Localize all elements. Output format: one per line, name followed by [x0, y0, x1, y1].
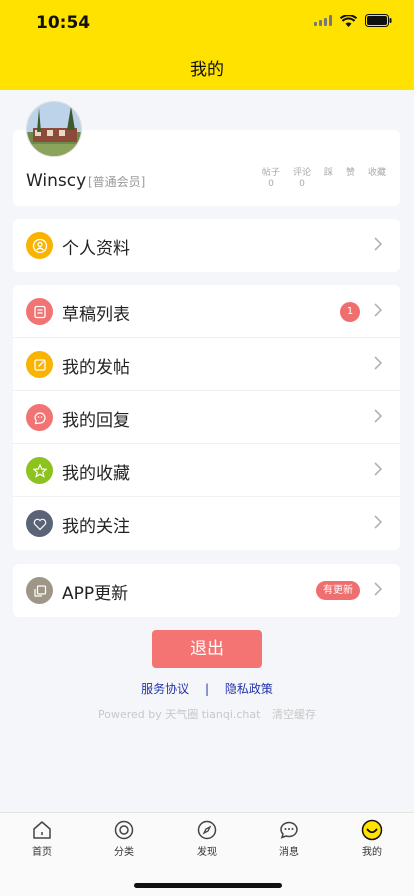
home-indicator: [134, 883, 282, 888]
menu-label: 个人资料: [62, 239, 130, 259]
signal-icon: [314, 15, 332, 26]
chevron-right-icon: [374, 409, 383, 423]
chevron-right-icon: [374, 237, 383, 251]
menu-label: 我的关注: [62, 517, 130, 537]
profile-stats: 帖子 0 评论 0 踩 赞 收藏: [262, 168, 386, 190]
menu-personal-info[interactable]: 个人资料: [13, 219, 400, 272]
app-update-card: APP更新 有更新: [13, 564, 400, 617]
person-icon: [26, 232, 53, 259]
draft-count-badge: 1: [340, 302, 360, 322]
draft-icon: [26, 298, 53, 325]
message-icon: [280, 821, 298, 839]
privacy-link[interactable]: 隐私政策: [225, 682, 273, 696]
link-separator: |: [204, 682, 210, 696]
tab-label: 分类: [114, 847, 134, 858]
menu-my-favorites[interactable]: 我的收藏: [13, 444, 400, 497]
wifi-icon: [340, 14, 357, 27]
tab-me[interactable]: 我的: [342, 819, 402, 858]
tab-label: 发现: [197, 847, 217, 858]
copy-icon: [26, 577, 53, 604]
chevron-right-icon: [374, 462, 383, 476]
tab-label: 我的: [362, 847, 382, 858]
update-badge: 有更新: [316, 581, 360, 600]
menu-my-replies[interactable]: 我的回复: [13, 391, 400, 444]
clear-cache-link[interactable]: 清空缓存: [272, 708, 316, 721]
stat-dislikes[interactable]: 踩: [324, 168, 333, 190]
category-icon: [114, 820, 134, 840]
chevron-right-icon: [374, 515, 383, 529]
chevron-right-icon: [374, 303, 383, 317]
chevron-right-icon: [374, 356, 383, 370]
menu-my-posts[interactable]: 我的发帖: [13, 338, 400, 391]
tab-messages[interactable]: 消息: [259, 819, 319, 858]
menu-app-update[interactable]: APP更新 有更新: [13, 564, 400, 617]
stat-favorites[interactable]: 收藏: [368, 168, 386, 190]
header-bar: 10:54 我的: [0, 0, 414, 90]
reply-icon: [26, 404, 53, 431]
status-icons: [314, 14, 392, 27]
username: Winscy: [26, 171, 87, 191]
menu-drafts[interactable]: 草稿列表 1: [13, 285, 400, 338]
tab-category[interactable]: 分类: [94, 819, 154, 858]
menu-label: 我的发帖: [62, 358, 130, 378]
powered-by-text[interactable]: Powered by 天气圈 tianqi.chat: [98, 708, 260, 721]
chevron-right-icon: [374, 582, 383, 596]
terms-link[interactable]: 服务协议: [141, 682, 189, 696]
stat-comments[interactable]: 评论 0: [293, 168, 311, 190]
status-time: 10:54: [36, 13, 91, 33]
personal-info-card: 个人资料: [13, 219, 400, 272]
menu-label: 草稿列表: [62, 305, 130, 325]
avatar[interactable]: [26, 101, 82, 157]
menu-label: 我的回复: [62, 411, 130, 431]
main-menu-card: 草稿列表 1 我的发帖 我的回复 我的收藏 我的关注: [13, 285, 400, 550]
edit-icon: [26, 351, 53, 378]
powered-by-line: Powered by 天气圈 tianqi.chat 清空缓存: [0, 706, 414, 722]
page-title: 我的: [190, 60, 224, 80]
stat-likes[interactable]: 赞: [346, 168, 355, 190]
tab-home[interactable]: 首页: [12, 819, 72, 858]
star-icon: [26, 457, 53, 484]
compass-icon: [197, 820, 217, 840]
logout-button[interactable]: 退出: [152, 630, 262, 668]
tab-label: 首页: [32, 847, 52, 858]
heart-icon: [26, 510, 53, 537]
smiley-icon: [361, 819, 383, 841]
menu-label: APP更新: [62, 584, 129, 604]
tab-label: 消息: [279, 847, 299, 858]
tab-discover[interactable]: 发现: [177, 819, 237, 858]
menu-my-following[interactable]: 我的关注: [13, 497, 400, 550]
footer-links: 服务协议 | 隐私政策: [0, 680, 414, 697]
home-icon: [33, 821, 51, 839]
stat-posts[interactable]: 帖子 0: [262, 168, 280, 190]
battery-icon: [365, 14, 392, 27]
member-level: [普通会员]: [88, 175, 146, 189]
menu-label: 我的收藏: [62, 464, 130, 484]
